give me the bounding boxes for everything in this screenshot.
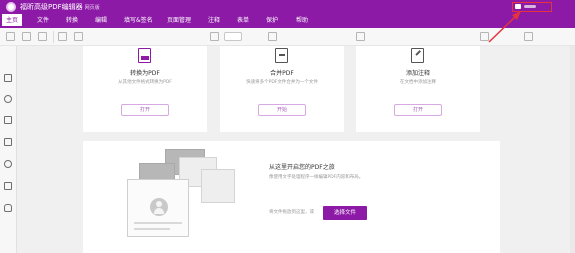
merge-start-button[interactable]: 开始 xyxy=(258,104,306,116)
select-file-button[interactable]: 选择文件 xyxy=(323,206,367,220)
search-icon[interactable] xyxy=(4,160,12,168)
fit-page-icon[interactable] xyxy=(210,32,219,41)
pencil-stroke xyxy=(415,50,421,56)
snapshot-icon[interactable] xyxy=(58,32,67,41)
hand-icon[interactable] xyxy=(4,204,12,212)
drop-hint-text: 将文件拖放到这里，或 xyxy=(269,210,314,215)
menu-item-edit[interactable]: 编辑 xyxy=(95,14,107,28)
pdf-badge xyxy=(141,56,149,60)
card-description: 在文档中添加注释 xyxy=(400,80,436,85)
open-panel-description: 像使用文字处理程序一样编辑PDF内容和布局。 xyxy=(269,175,364,180)
layers-icon[interactable] xyxy=(4,138,12,146)
app-title: 福昕高级PDF编辑器 网页版 xyxy=(20,2,100,13)
toolbar-divider xyxy=(53,31,54,43)
app-logo-icon xyxy=(6,2,16,12)
page-thumbnails-icon[interactable] xyxy=(4,116,12,124)
menu-item-home[interactable]: 主页 xyxy=(2,14,23,28)
documents-illustration xyxy=(117,147,249,247)
menu-item-comment[interactable]: 注释 xyxy=(208,14,220,28)
zoom-level-field[interactable] xyxy=(224,32,242,41)
user-name-redacted xyxy=(524,5,536,8)
annotation-open-button[interactable]: 打开 xyxy=(394,104,442,116)
bookmark-icon[interactable] xyxy=(4,74,12,82)
left-sidebar xyxy=(0,46,17,253)
card-description: 快速将多个PDF文件合并为一个文件 xyxy=(246,80,318,85)
card-merge-pdf: 合并PDF 快速将多个PDF文件合并为一个文件 开始 xyxy=(220,46,344,132)
card-add-annotation: 添加注释 在文档中添加注释 打开 xyxy=(356,46,480,132)
rotate-icon[interactable] xyxy=(268,32,277,41)
comments-panel-icon[interactable] xyxy=(4,95,12,103)
illustration-text-line xyxy=(134,222,182,224)
toolbar xyxy=(0,28,575,46)
hand-tool-icon[interactable] xyxy=(6,32,15,41)
card-title: 合并PDF xyxy=(270,70,294,77)
pdf-convert-icon xyxy=(138,48,151,63)
card-title: 添加注释 xyxy=(405,70,430,77)
avatar xyxy=(150,198,168,216)
user-icon xyxy=(515,4,521,9)
menu-item-convert[interactable]: 转换 xyxy=(66,14,78,28)
comment-tool-icon[interactable] xyxy=(480,32,489,41)
menu-item-help[interactable]: 帮助 xyxy=(296,14,308,28)
vertical-scrollbar[interactable] xyxy=(570,46,575,253)
avatar-body xyxy=(154,208,164,214)
zoom-tool-icon[interactable] xyxy=(38,32,47,41)
menu-item-file[interactable]: 文件 xyxy=(37,14,49,28)
illustration-doc xyxy=(201,169,235,203)
convert-open-button[interactable]: 打开 xyxy=(121,104,169,116)
open-file-panel: 从这里开启您的PDF之旅 像使用文字处理程序一样编辑PDF内容和布局。 将文件拖… xyxy=(83,141,500,253)
user-account-button[interactable] xyxy=(512,2,552,12)
app-edition: 网页版 xyxy=(84,5,100,11)
home-content-area: 转换为PDF 从其他文件格式转换为PDF 打开 合并PDF 快速将多个PDF文件… xyxy=(17,46,575,253)
open-panel-title: 从这里开启您的PDF之旅 xyxy=(269,164,335,171)
merge-pdf-icon xyxy=(275,48,288,63)
edit-annotation-icon xyxy=(411,48,424,63)
card-title: 转换为PDF xyxy=(130,70,160,77)
title-bar: 福昕高级PDF编辑器 网页版 xyxy=(0,0,575,14)
card-description: 从其他文件格式转换为PDF xyxy=(118,80,172,85)
menu-bar: 主页 文件 转换 编辑 填写&签名 页面管理 注释 表单 保护 帮助 xyxy=(0,14,575,28)
menu-item-protect[interactable]: 保护 xyxy=(266,14,278,28)
menu-label: 主页 xyxy=(6,17,19,24)
attachments-icon[interactable] xyxy=(4,182,12,190)
menu-item-page-management[interactable]: 页面管理 xyxy=(167,14,191,28)
menu-item-form[interactable]: 表单 xyxy=(237,14,249,28)
page-prev-icon[interactable] xyxy=(356,32,365,41)
card-convert-to-pdf: 转换为PDF 从其他文件格式转换为PDF 打开 xyxy=(83,46,207,132)
merge-line xyxy=(279,54,285,56)
illustration-text-line xyxy=(134,228,170,230)
select-tool-icon[interactable] xyxy=(22,32,31,41)
app-name: 福昕高级PDF编辑器 xyxy=(20,3,83,11)
avatar-head xyxy=(156,201,162,207)
more-tools-icon[interactable] xyxy=(524,32,533,41)
menu-item-fill-sign[interactable]: 填写&签名 xyxy=(124,14,153,28)
open-folder-icon[interactable] xyxy=(74,32,83,41)
illustration-doc-front xyxy=(127,179,189,237)
